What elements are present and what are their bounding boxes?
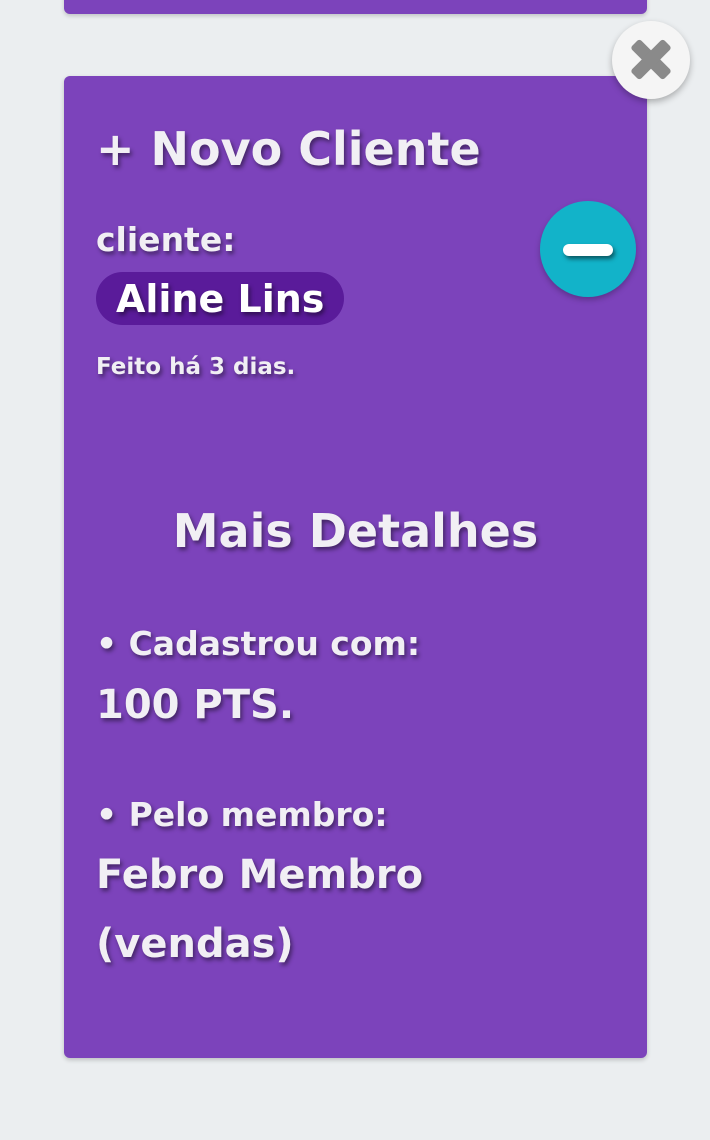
remove-client-button[interactable] <box>540 201 636 297</box>
close-button[interactable] <box>612 21 690 99</box>
member-label: • Pelo membro: <box>96 795 388 834</box>
registered-value: 100 PTS. <box>96 682 295 728</box>
card-title: + Novo Cliente <box>96 122 481 176</box>
member-role: (vendas) <box>96 921 294 967</box>
details-title: Mais Detalhes <box>172 504 539 558</box>
client-name: Aline Lins <box>116 276 325 321</box>
registered-label: • Cadastrou com: <box>96 624 421 663</box>
client-label: cliente: <box>96 220 236 259</box>
created-time: Feito há 3 dias. <box>96 354 296 380</box>
previous-card <box>64 0 647 14</box>
minus-icon <box>563 244 613 256</box>
member-name: Febro Membro <box>96 852 424 898</box>
client-pill: Aline Lins <box>96 272 345 325</box>
